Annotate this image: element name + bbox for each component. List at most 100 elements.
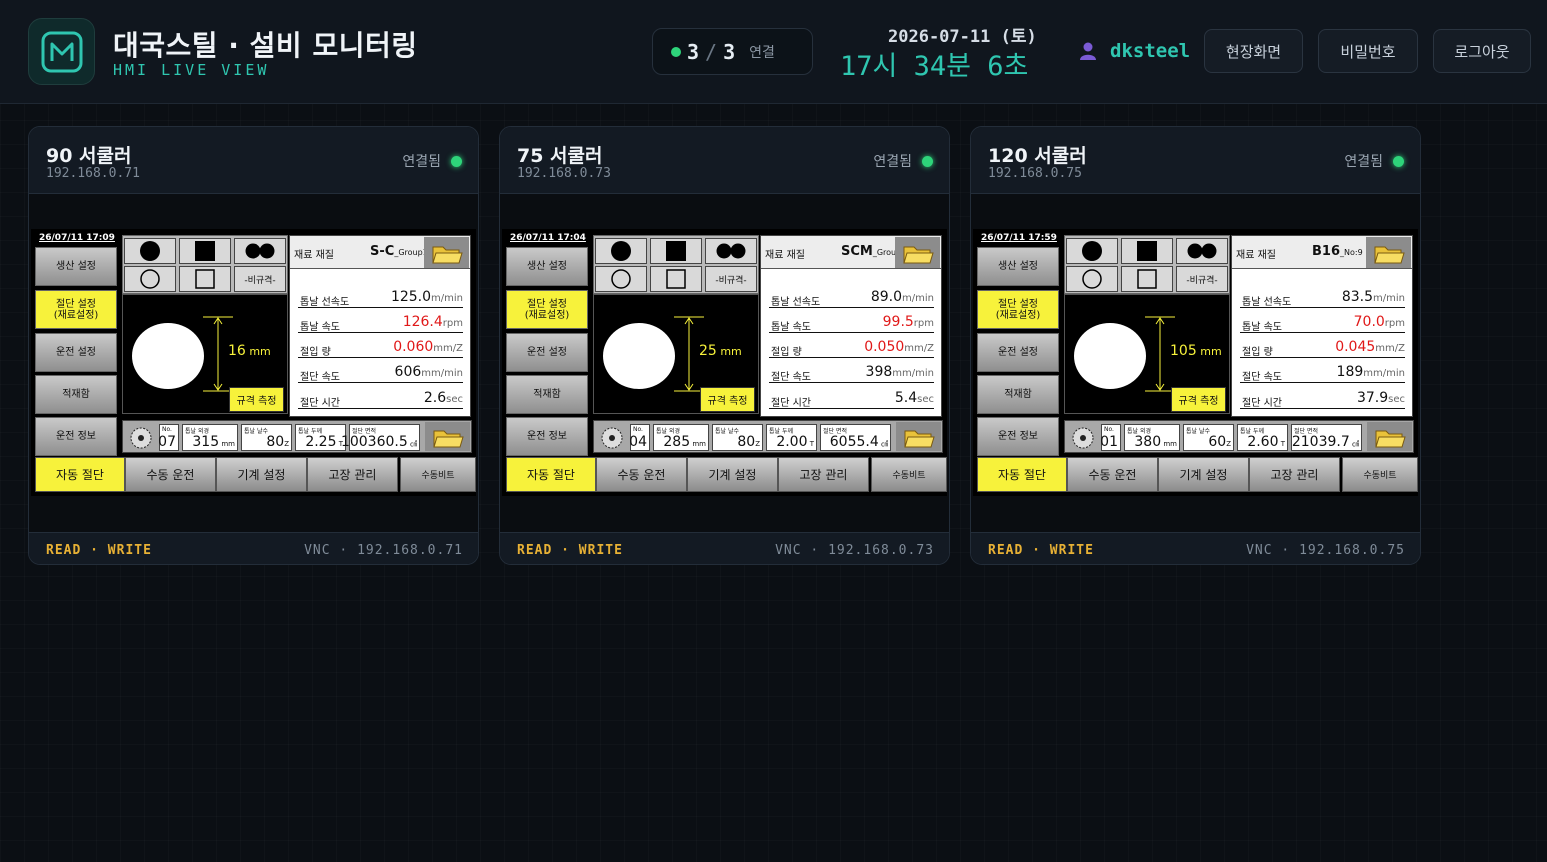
hmi-side-cutting[interactable]: 절단 설정 (재료설정) bbox=[35, 290, 117, 329]
hmi-side-operation[interactable]: 운전 설정 bbox=[506, 333, 588, 372]
online-dot-icon bbox=[671, 46, 681, 57]
hmi-side-stacker[interactable]: 적재함 bbox=[506, 375, 588, 414]
hmi-param-row: 톱날 속도 126.4rpm bbox=[298, 313, 463, 333]
hmi-nav-machine[interactable]: 기계 설정 bbox=[1158, 457, 1249, 492]
hmi-nav-auto-cut[interactable]: 자동 절단 bbox=[506, 457, 596, 492]
hmi-screen[interactable]: 26/07/11 17:09 생산 설정 절단 설정 (재료설정) 운전 설정 적… bbox=[31, 229, 476, 496]
measure-button[interactable]: 규격 측정 bbox=[229, 387, 284, 412]
hmi-nav-machine[interactable]: 기계 설정 bbox=[687, 457, 778, 492]
solid-square-shape-icon[interactable] bbox=[650, 238, 702, 264]
nonstandard-shape-button[interactable]: -비규격- bbox=[1176, 266, 1228, 292]
site-view-button[interactable]: 현장화면 bbox=[1204, 29, 1303, 73]
hmi-side-cutting[interactable]: 절단 설정 (재료설정) bbox=[506, 290, 588, 329]
saw-blade-icon bbox=[596, 424, 628, 451]
logout-button[interactable]: 로그아웃 bbox=[1433, 29, 1531, 73]
blade-thickness-field: 톱날 두께 2.25 T bbox=[295, 424, 346, 451]
hmi-info-panel: 재료 재질 B16_No:9 톱날 선속도 83.5m/min 톱날 속도 70.0r… bbox=[1231, 235, 1413, 417]
hollow-square-shape-icon[interactable] bbox=[1121, 266, 1173, 292]
hmi-screen[interactable]: 26/07/11 17:04 생산 설정 절단 설정 (재료설정) 운전 설정 적… bbox=[502, 229, 947, 496]
hmi-param-row: 톱날 선속도 125.0m/min bbox=[298, 288, 463, 308]
hollow-square-shape-icon[interactable] bbox=[179, 266, 231, 292]
diameter-value: 16 mm bbox=[228, 343, 271, 359]
hmi-nav-fault[interactable]: 고장 관리 bbox=[1249, 457, 1340, 492]
solid-round-shape-icon[interactable] bbox=[1066, 238, 1118, 264]
hmi-param-row: 절단 시간 5.4sec bbox=[769, 389, 934, 409]
hmi-nav-manual[interactable]: 수동 운전 bbox=[1067, 457, 1158, 492]
hmi-nav-auto-cut[interactable]: 자동 절단 bbox=[35, 457, 125, 492]
hmi-shape-panel: -비규격- bbox=[1064, 235, 1230, 294]
hmi-side-stacker[interactable]: 적재함 bbox=[977, 375, 1059, 414]
hmi-nav-fault[interactable]: 고장 관리 bbox=[778, 457, 869, 492]
hmi-screen[interactable]: 26/07/11 17:59 생산 설정 절단 설정 (재료설정) 운전 설정 적… bbox=[973, 229, 1418, 496]
solid-round-shape-icon[interactable] bbox=[124, 238, 176, 264]
double-round-shape-icon[interactable] bbox=[705, 238, 757, 264]
material-row: 재료 재질 S-C_Group1 bbox=[290, 236, 470, 269]
hmi-nav-manual-bit[interactable]: 수동비트 bbox=[1342, 457, 1418, 492]
access-mode: READ · WRITE bbox=[517, 543, 623, 558]
device-card-1[interactable]: 90 서쿨러 192.168.0.71 연결됨 26/07/11 17:09 생… bbox=[28, 126, 479, 565]
blade-teeth-field: 톱날 날수 80Z bbox=[241, 424, 292, 451]
hmi-side-production[interactable]: 생산 설정 bbox=[977, 247, 1059, 286]
hmi-side-production[interactable]: 생산 설정 bbox=[35, 247, 117, 286]
hmi-nav-fault[interactable]: 고장 관리 bbox=[307, 457, 398, 492]
folder-icon[interactable] bbox=[1366, 237, 1411, 268]
device-card-2[interactable]: 75 서쿨러 192.168.0.73 연결됨 26/07/11 17:04 생… bbox=[499, 126, 950, 565]
nonstandard-shape-button[interactable]: -비규격- bbox=[234, 266, 286, 292]
hollow-round-shape-icon[interactable] bbox=[595, 266, 647, 292]
user-info: dksteel bbox=[1078, 40, 1190, 62]
hmi-nav-manual-bit[interactable]: 수동비트 bbox=[400, 457, 476, 492]
blade-no-field: No. 01 bbox=[1100, 424, 1121, 451]
device-status: 연결됨 bbox=[402, 151, 462, 171]
hmi-datetime: 26/07/11 17:09 bbox=[39, 233, 115, 243]
blade-no-field: No. 04 bbox=[629, 424, 650, 451]
hollow-square-shape-icon[interactable] bbox=[650, 266, 702, 292]
measure-button[interactable]: 규격 측정 bbox=[700, 387, 755, 412]
status-dot-icon bbox=[1393, 155, 1404, 167]
hmi-side-production[interactable]: 생산 설정 bbox=[506, 247, 588, 286]
hmi-side-cutting[interactable]: 절단 설정 (재료설정) bbox=[977, 290, 1059, 329]
blade-diameter-field: 톱날 외경 315 mm bbox=[182, 424, 238, 451]
hmi-side-operation[interactable]: 운전 설정 bbox=[35, 333, 117, 372]
hollow-round-shape-icon[interactable] bbox=[124, 266, 176, 292]
hmi-nav-manual-bit[interactable]: 수동비트 bbox=[871, 457, 947, 492]
measure-button[interactable]: 규격 측정 bbox=[1171, 387, 1226, 412]
hmi-side-operation[interactable]: 운전 설정 bbox=[977, 333, 1059, 372]
hmi-nav-manual[interactable]: 수동 운전 bbox=[125, 457, 216, 492]
cut-area-field: 절단 면적 6055.4 ㎠ bbox=[820, 424, 891, 451]
blade-diameter-field: 톱날 외경 380 mm bbox=[1124, 424, 1180, 451]
cut-area-field: 절단 면적 100360.5 ㎠ bbox=[341, 424, 420, 451]
workpiece-circle-icon bbox=[1074, 323, 1146, 389]
hmi-side-info[interactable]: 운전 정보 bbox=[977, 417, 1059, 456]
hmi-param-row: 톱날 선속도 83.5m/min bbox=[1240, 288, 1405, 308]
saw-blade-icon bbox=[1067, 424, 1099, 451]
hmi-side-stacker[interactable]: 적재함 bbox=[35, 375, 117, 414]
hmi-param-row: 톱날 속도 70.0rpm bbox=[1240, 313, 1405, 333]
folder-icon[interactable] bbox=[425, 422, 470, 451]
solid-square-shape-icon[interactable] bbox=[179, 238, 231, 264]
hmi-nav-manual[interactable]: 수동 운전 bbox=[596, 457, 687, 492]
password-button[interactable]: 비밀번호 bbox=[1318, 29, 1418, 73]
param-label: 톱날 선속도 bbox=[300, 297, 350, 308]
hmi-side-info[interactable]: 운전 정보 bbox=[35, 417, 117, 456]
status-label: 연결됨 bbox=[1344, 154, 1383, 170]
double-round-shape-icon[interactable] bbox=[1176, 238, 1228, 264]
folder-icon[interactable] bbox=[1367, 422, 1412, 451]
folder-icon[interactable] bbox=[896, 422, 941, 451]
solid-square-shape-icon[interactable] bbox=[1121, 238, 1173, 264]
hmi-side-info[interactable]: 운전 정보 bbox=[506, 417, 588, 456]
hmi-nav-machine[interactable]: 기계 설정 bbox=[216, 457, 307, 492]
nonstandard-shape-button[interactable]: -비규격- bbox=[705, 266, 757, 292]
double-round-shape-icon[interactable] bbox=[234, 238, 286, 264]
param-label: 절입 량 bbox=[300, 347, 331, 358]
param-value: 0.060mm/Z bbox=[393, 339, 463, 355]
hollow-round-shape-icon[interactable] bbox=[1066, 266, 1118, 292]
folder-icon[interactable] bbox=[424, 237, 469, 268]
saw-blade-icon bbox=[125, 424, 157, 451]
param-value: 0.045mm/Z bbox=[1335, 339, 1405, 355]
solid-round-shape-icon[interactable] bbox=[595, 238, 647, 264]
hmi-nav-auto-cut[interactable]: 자동 절단 bbox=[977, 457, 1067, 492]
device-name: 120 서쿨러 bbox=[988, 145, 1087, 167]
device-card-3[interactable]: 120 서쿨러 192.168.0.75 연결됨 26/07/11 17:59 … bbox=[970, 126, 1421, 565]
folder-icon[interactable] bbox=[895, 237, 940, 268]
param-value: 126.4rpm bbox=[402, 314, 463, 330]
